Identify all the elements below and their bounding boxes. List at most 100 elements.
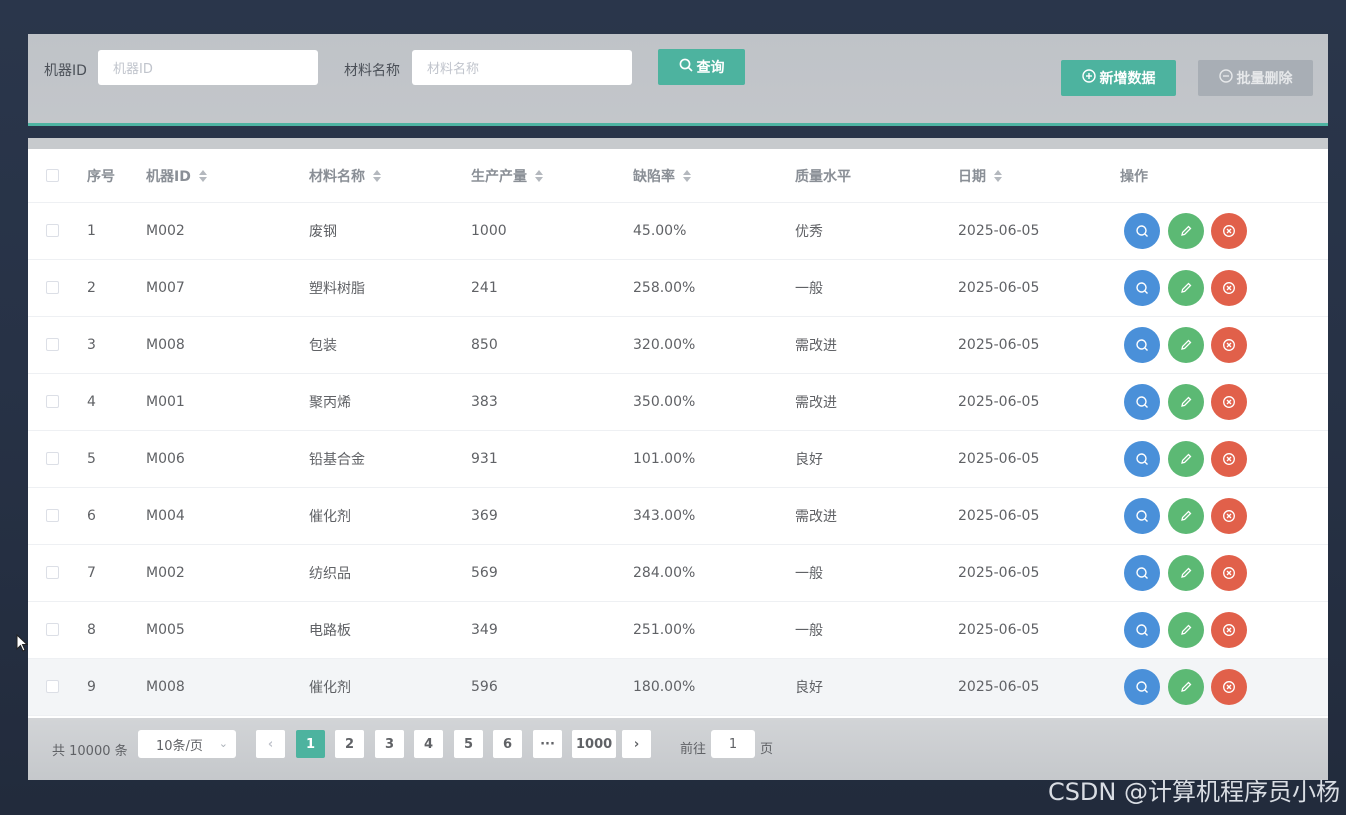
edit-button[interactable] [1168, 669, 1204, 705]
cell-material: 废钢 [309, 224, 337, 240]
view-button[interactable] [1124, 555, 1160, 591]
select-all-checkbox[interactable] [46, 168, 59, 182]
search-icon [1135, 338, 1149, 352]
query-button[interactable]: 查询 [658, 49, 745, 85]
sort-icon[interactable] [683, 169, 691, 182]
table-row[interactable]: 6 M004 催化剂 369 343.00% 需改进 2025-06-05 [28, 488, 1328, 545]
delete-button[interactable] [1211, 669, 1247, 705]
table-row[interactable]: 9 M008 催化剂 596 180.00% 良好 2025-06-05 [28, 659, 1328, 716]
page-button[interactable]: 4 [414, 730, 443, 758]
delete-button[interactable] [1211, 612, 1247, 648]
cell-machine-id: M007 [146, 280, 185, 296]
row-checkbox[interactable] [46, 224, 59, 237]
column-header-date[interactable]: 日期 [958, 149, 1002, 202]
view-button[interactable] [1124, 270, 1160, 306]
page-button[interactable]: 1000 [572, 730, 617, 758]
cell-date: 2025-06-05 [958, 622, 1040, 638]
row-checkbox[interactable] [46, 680, 59, 693]
cell-date: 2025-06-05 [958, 223, 1040, 239]
prev-page-button[interactable]: ‹ [256, 730, 285, 758]
delete-button[interactable] [1211, 441, 1247, 477]
column-header-machine-id[interactable]: 机器ID [146, 149, 207, 202]
cell-material: 催化剂 [309, 680, 351, 696]
edit-button[interactable] [1168, 327, 1204, 363]
row-checkbox[interactable] [46, 452, 59, 465]
page-button[interactable]: 5 [454, 730, 483, 758]
batch-delete-button[interactable]: 批量删除 [1198, 60, 1313, 96]
table-row[interactable]: 4 M001 聚丙烯 383 350.00% 需改进 2025-06-05 [28, 374, 1328, 431]
row-checkbox[interactable] [46, 566, 59, 579]
page-size-select[interactable]: 10条/页 ⌄ [138, 730, 236, 758]
next-page-button[interactable]: › [622, 730, 651, 758]
mouse-cursor-icon [16, 633, 29, 656]
close-circle-icon [1222, 680, 1236, 694]
row-checkbox[interactable] [46, 623, 59, 636]
page-button[interactable]: 6 [493, 730, 522, 758]
cell-material: 聚丙烯 [309, 395, 351, 411]
edit-button[interactable] [1168, 498, 1204, 534]
material-input[interactable]: 材料名称 [412, 50, 632, 85]
delete-button[interactable] [1211, 498, 1247, 534]
pencil-icon [1179, 452, 1193, 466]
view-button[interactable] [1124, 441, 1160, 477]
edit-button[interactable] [1168, 612, 1204, 648]
view-button[interactable] [1124, 498, 1160, 534]
sort-icon[interactable] [373, 169, 381, 182]
table-row[interactable]: 3 M008 包装 850 320.00% 需改进 2025-06-05 [28, 317, 1328, 374]
column-header-defect-rate[interactable]: 缺陷率 [633, 149, 691, 202]
table-row[interactable]: 8 M005 电路板 349 251.00% 一般 2025-06-05 [28, 602, 1328, 659]
row-checkbox[interactable] [46, 395, 59, 408]
cell-date: 2025-06-05 [958, 280, 1040, 296]
delete-button[interactable] [1211, 270, 1247, 306]
edit-button[interactable] [1168, 384, 1204, 420]
cell-quality: 需改进 [795, 395, 837, 411]
cell-machine-id: M002 [146, 565, 185, 581]
view-button[interactable] [1124, 384, 1160, 420]
edit-button[interactable] [1168, 213, 1204, 249]
edit-button[interactable] [1168, 270, 1204, 306]
page-button[interactable]: 1 [296, 730, 325, 758]
view-button[interactable] [1124, 669, 1160, 705]
watermark: CSDN @计算机程序员小杨 [1047, 778, 1340, 806]
cell-machine-id: M006 [146, 451, 185, 467]
close-circle-icon [1222, 224, 1236, 238]
view-button[interactable] [1124, 327, 1160, 363]
row-checkbox[interactable] [46, 338, 59, 351]
cell-date: 2025-06-05 [958, 451, 1040, 467]
machine-id-input[interactable]: 机器ID [98, 50, 318, 85]
delete-button[interactable] [1211, 555, 1247, 591]
search-panel: 机器ID 机器ID 材料名称 材料名称 查询 新增数据 批量删除 [28, 34, 1328, 126]
table-row[interactable]: 7 M002 纺织品 569 284.00% 一般 2025-06-05 [28, 545, 1328, 602]
page-ellipsis[interactable]: ··· [533, 730, 562, 758]
view-button[interactable] [1124, 213, 1160, 249]
cell-quality: 良好 [795, 452, 823, 468]
close-circle-icon [1222, 623, 1236, 637]
sort-icon[interactable] [198, 169, 207, 182]
goto-page-input[interactable]: 1 [711, 730, 755, 758]
batch-delete-label: 批量删除 [1236, 71, 1293, 87]
cell-quality: 需改进 [795, 338, 837, 354]
delete-button[interactable] [1211, 213, 1247, 249]
pencil-icon [1179, 224, 1193, 238]
delete-button[interactable] [1211, 327, 1247, 363]
cell-date: 2025-06-05 [958, 508, 1040, 524]
table-row[interactable]: 2 M007 塑料树脂 241 258.00% 一般 2025-06-05 [28, 260, 1328, 317]
row-checkbox[interactable] [46, 281, 59, 294]
delete-button[interactable] [1211, 384, 1247, 420]
table-row[interactable]: 5 M006 铅基合金 931 101.00% 良好 2025-06-05 [28, 431, 1328, 488]
edit-button[interactable] [1168, 555, 1204, 591]
close-circle-icon [1222, 395, 1236, 409]
column-header-output[interactable]: 生产产量 [471, 149, 543, 202]
table-row[interactable]: 1 M002 废钢 1000 45.00% 优秀 2025-06-05 [28, 203, 1328, 260]
column-header-material[interactable]: 材料名称 [309, 149, 381, 202]
close-circle-icon [1222, 509, 1236, 523]
sort-icon[interactable] [535, 169, 543, 182]
view-button[interactable] [1124, 612, 1160, 648]
page-button[interactable]: 3 [375, 730, 404, 758]
add-data-button[interactable]: 新增数据 [1061, 60, 1176, 96]
row-checkbox[interactable] [46, 509, 59, 522]
sort-icon[interactable] [994, 169, 1002, 182]
edit-button[interactable] [1168, 441, 1204, 477]
page-button[interactable]: 2 [335, 730, 364, 758]
query-button-label: 查询 [696, 60, 725, 76]
